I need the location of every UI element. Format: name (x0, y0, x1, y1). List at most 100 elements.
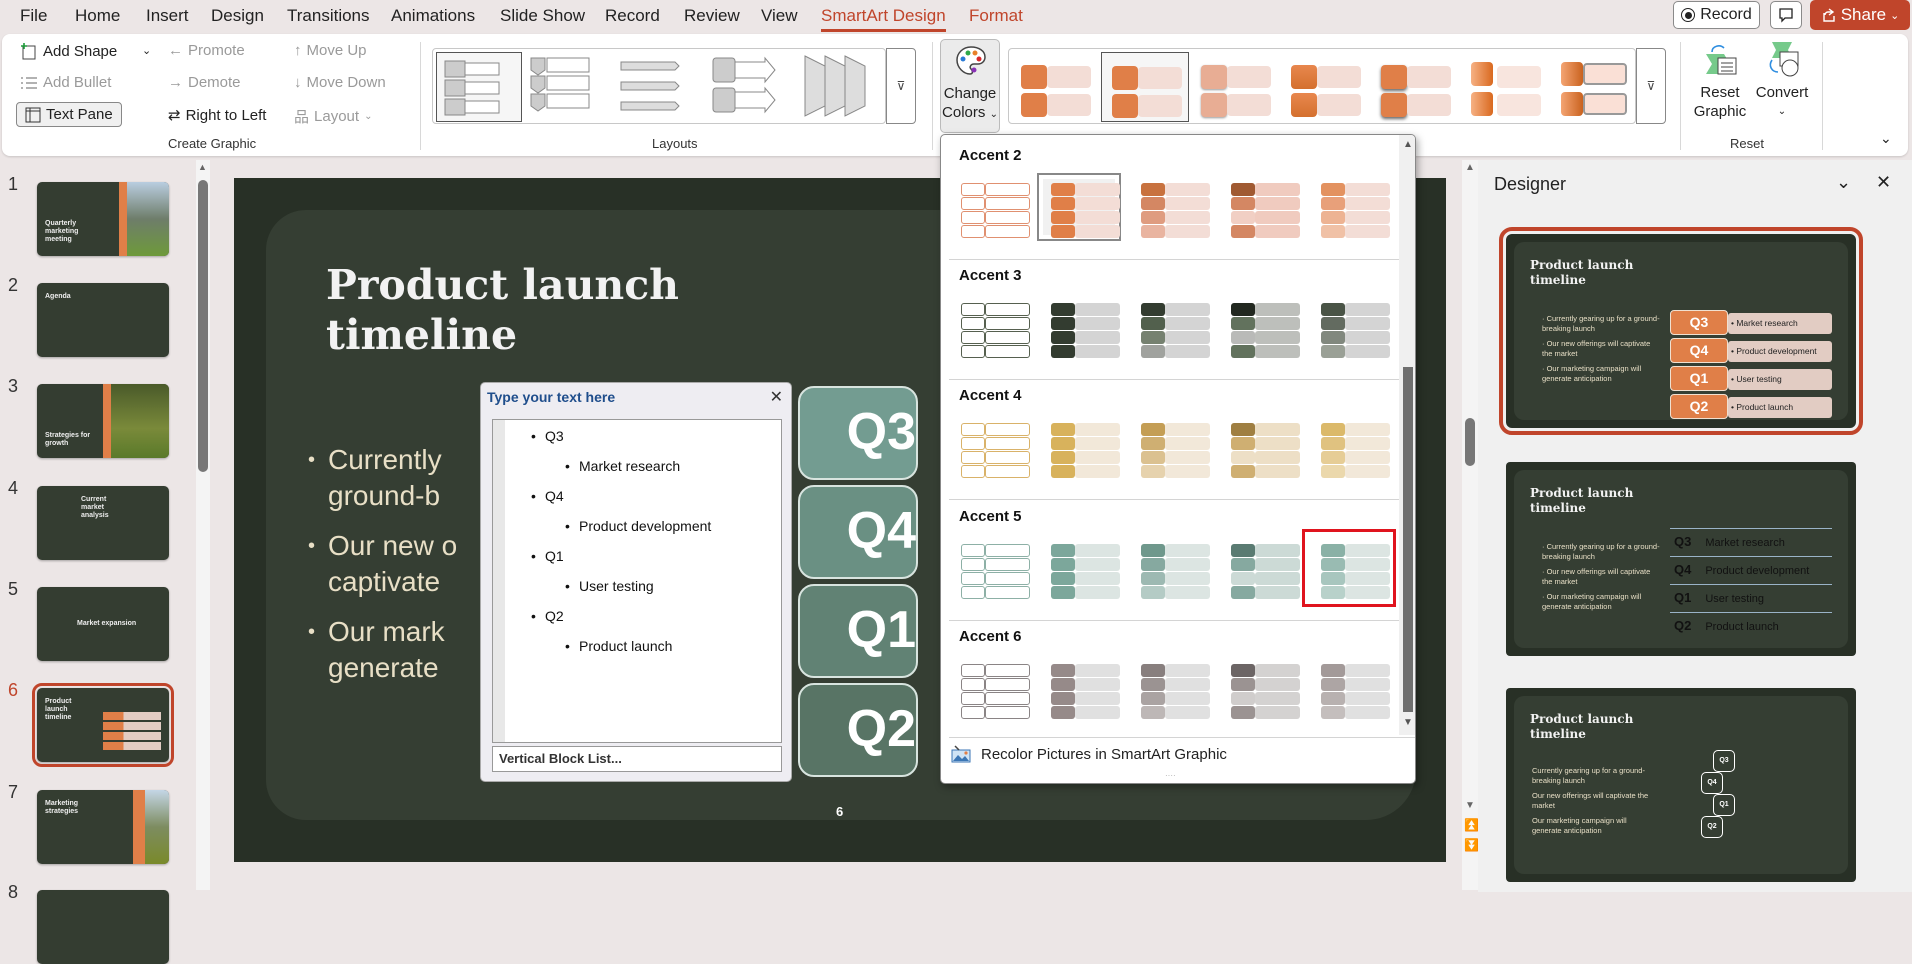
color-option-accent-4-2[interactable] (1043, 419, 1120, 479)
slide-bullet[interactable]: Our mark generate (308, 614, 445, 686)
dropdown-scrollbar[interactable]: ▲ ▼ (1399, 135, 1415, 735)
close-icon[interactable]: ✕ (770, 387, 783, 407)
color-option-accent-5-3[interactable] (1133, 540, 1210, 599)
slide-bullet[interactable]: Currently ground-b (308, 442, 442, 514)
color-option-accent-3-3[interactable] (1133, 299, 1210, 359)
tab-review[interactable]: Review (684, 6, 740, 26)
layout-button[interactable]: 品 Layout ⌄ (294, 106, 372, 127)
scroll-up-icon[interactable]: ▲ (1465, 162, 1475, 173)
tab-smartart-design[interactable]: SmartArt Design (821, 6, 946, 32)
color-option-accent-4-4[interactable] (1223, 419, 1300, 479)
color-option-accent-6-5[interactable] (1313, 660, 1390, 719)
layout-option-vertical-block-list[interactable] (436, 52, 522, 122)
text-pane-layout-link[interactable]: Vertical Block List... (492, 746, 782, 772)
style-option-intense-effect[interactable] (1371, 52, 1459, 122)
tab-insert[interactable]: Insert (146, 6, 189, 26)
smartart-block-q4[interactable]: Q4 (798, 485, 918, 579)
record-button[interactable]: Record (1673, 1, 1760, 29)
style-option-polished[interactable] (1461, 52, 1549, 122)
scrollbar-thumb[interactable] (198, 180, 208, 472)
color-option-accent-2-1[interactable] (953, 179, 1030, 238)
slide-bullet[interactable]: Our new o captivate (308, 528, 457, 600)
tab-home[interactable]: Home (75, 6, 120, 26)
color-option-accent-2-2[interactable] (1037, 173, 1121, 241)
comments-button[interactable] (1770, 1, 1802, 29)
color-option-accent-5-4[interactable] (1223, 540, 1300, 599)
text-pane-item[interactable]: Product launch (565, 638, 672, 654)
style-option-moderate-effect[interactable] (1281, 52, 1369, 122)
layout-option-bending-list[interactable] (617, 52, 703, 122)
color-option-accent-4-5[interactable] (1313, 419, 1390, 479)
design-idea-3[interactable]: Product launch timeline Currently gearing… (1506, 688, 1856, 882)
layout-option-arrow-list[interactable] (709, 52, 795, 122)
styles-more-button[interactable]: ⊽ (1636, 48, 1666, 124)
slide-thumbnail-3[interactable]: Strategies for growth (37, 384, 169, 458)
reset-graphic-button[interactable]: Reset Graphic (1692, 40, 1748, 132)
tab-design[interactable]: Design (211, 6, 264, 26)
color-option-accent-3-2[interactable] (1043, 299, 1120, 359)
scrollbar-thumb[interactable] (1403, 367, 1413, 712)
text-pane-item[interactable]: Q3 (531, 428, 563, 444)
add-shape-dropdown-chevron-icon[interactable]: ⌄ (142, 44, 151, 57)
move-down-button[interactable]: ↓ Move Down (294, 74, 386, 91)
collapse-ribbon-chevron-icon[interactable]: ⌄ (1880, 130, 1892, 147)
scroll-up-icon[interactable]: ▲ (198, 162, 207, 172)
slide-thumbnail-4[interactable]: Current market analysis (37, 486, 169, 560)
scroll-down-icon[interactable]: ▼ (1465, 800, 1475, 811)
style-option-white-outline[interactable] (1101, 52, 1189, 122)
text-pane-item[interactable]: Q1 (531, 548, 563, 564)
smartart-block-q1[interactable]: Q1 (798, 584, 918, 678)
color-option-accent-4-1[interactable] (953, 419, 1030, 479)
chevron-down-icon[interactable]: ⌄ (1836, 172, 1851, 193)
text-pane-item[interactable]: Market research (565, 458, 680, 474)
color-option-accent-6-3[interactable] (1133, 660, 1210, 719)
tab-animations[interactable]: Animations (391, 6, 475, 26)
thumbnails-scrollbar[interactable]: ▲ (196, 160, 210, 890)
slide-thumbnail-6[interactable]: Product launch timeline (32, 683, 174, 767)
design-idea-2[interactable]: Product launch timeline · Currently geari… (1506, 462, 1856, 656)
share-button[interactable]: Share ⌄ (1810, 0, 1910, 30)
resize-grip-icon[interactable]: ···· (1165, 771, 1176, 780)
change-colors-button[interactable]: Change Colors ⌄ (940, 39, 1000, 133)
tab-transitions[interactable]: Transitions (287, 6, 370, 26)
slide-thumbnail-2[interactable]: Agenda (37, 283, 169, 357)
smartart-block-q3[interactable]: Q3 (798, 386, 918, 480)
previous-slide-icon[interactable]: ⏫ (1464, 818, 1479, 832)
color-option-accent-2-3[interactable] (1133, 179, 1210, 238)
style-option-simple-fill[interactable] (1011, 52, 1099, 122)
slide-thumbnail-8[interactable] (37, 890, 169, 964)
move-up-button[interactable]: ↑ Move Up (294, 42, 367, 59)
color-option-accent-4-3[interactable] (1133, 419, 1210, 479)
scrollbar-thumb[interactable] (1465, 418, 1475, 466)
slide-title[interactable]: Product launch timeline (326, 260, 826, 360)
right-to-left-button[interactable]: ⇄ Right to Left (168, 106, 266, 125)
color-option-accent-2-5[interactable] (1313, 179, 1390, 238)
slide-thumbnail-7[interactable]: Marketing strategies (37, 790, 169, 864)
scroll-down-icon[interactable]: ▼ (1403, 717, 1413, 728)
color-option-accent-3-4[interactable] (1223, 299, 1300, 359)
color-option-accent-5-1[interactable] (953, 540, 1030, 599)
style-option-inset[interactable] (1551, 52, 1639, 122)
slide-thumbnail-5[interactable]: Market expansion (37, 587, 169, 661)
slide-scrollbar[interactable]: ▲ ▼ ⏫ ⏬ (1462, 160, 1479, 890)
design-idea-1[interactable]: Product launch timeline · Currently geari… (1499, 227, 1863, 435)
slide-thumbnail-1[interactable]: Quarterly marketing meeting (37, 182, 169, 256)
text-pane-item[interactable]: Q2 (531, 608, 563, 624)
color-option-accent-3-5[interactable] (1313, 299, 1390, 359)
color-option-accent-5-5[interactable] (1302, 528, 1396, 607)
color-option-accent-5-2[interactable] (1043, 540, 1120, 599)
smartart-block-q2[interactable]: Q2 (798, 683, 918, 777)
color-option-accent-6-4[interactable] (1223, 660, 1300, 719)
promote-button[interactable]: ← Promote (168, 42, 245, 59)
text-pane-item[interactable]: Product development (565, 518, 711, 534)
demote-button[interactable]: → Demote (168, 74, 241, 91)
add-shape-button[interactable]: Add Shape (20, 42, 117, 60)
color-option-accent-6-1[interactable] (953, 660, 1030, 719)
tab-view[interactable]: View (761, 6, 798, 26)
layouts-more-button[interactable]: ⊽ (886, 48, 916, 124)
tab-file[interactable]: File (20, 6, 47, 26)
text-pane-item[interactable]: Q4 (531, 488, 563, 504)
color-option-accent-2-4[interactable] (1223, 179, 1300, 238)
convert-button[interactable]: Convert ⌄ (1752, 40, 1812, 132)
color-option-accent-3-1[interactable] (953, 299, 1030, 359)
